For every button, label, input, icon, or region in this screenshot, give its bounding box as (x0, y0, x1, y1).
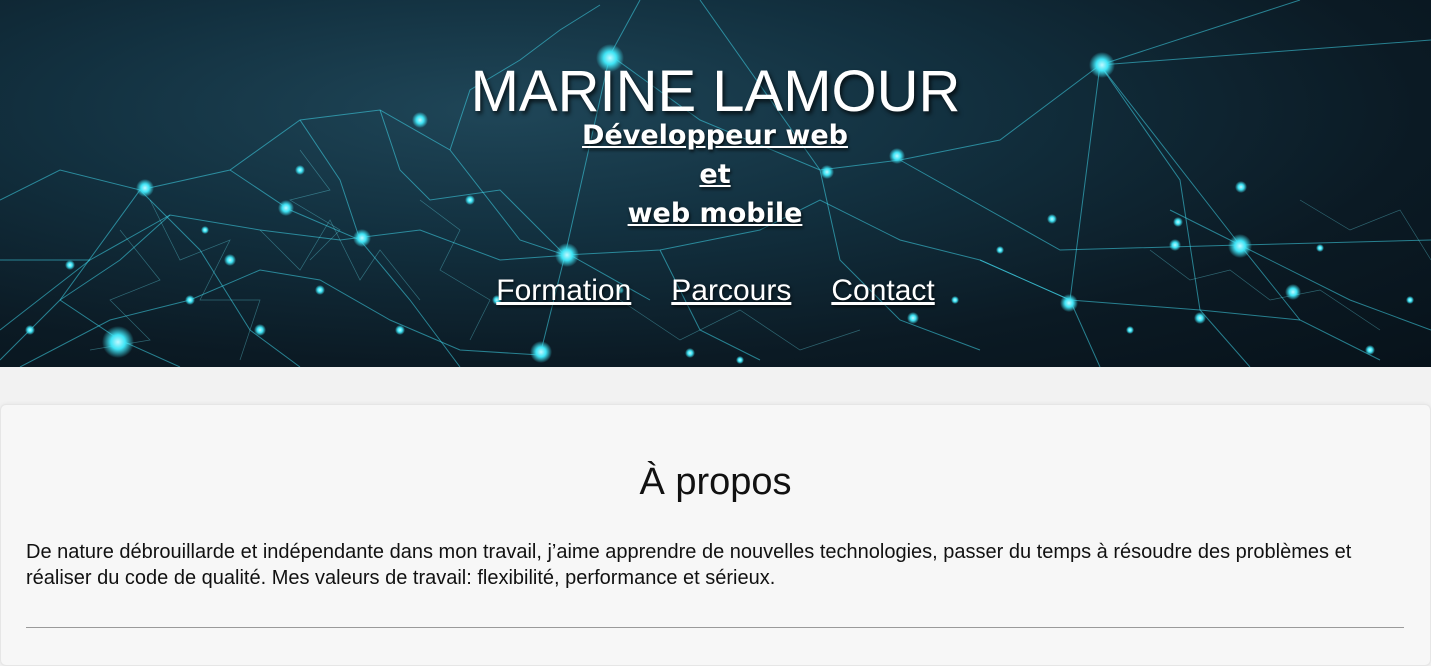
about-text: De nature débrouillarde et indépendante … (26, 541, 1352, 589)
subtitle-line-2: web mobile (627, 198, 803, 229)
about-section: À propos De nature débrouillarde et indé… (0, 404, 1431, 666)
hero-subtitle: Développeur web et web mobile (565, 116, 865, 233)
main-nav: Formation Parcours Contact (0, 274, 1431, 308)
about-heading: À propos (639, 461, 792, 503)
nav-link-parcours[interactable]: Parcours (671, 274, 791, 308)
section-divider (26, 627, 1404, 628)
subtitle-line-1: Développeur web et (582, 120, 848, 190)
hero-banner: MARINE LAMOUR Développeur web et web mob… (0, 0, 1431, 367)
site-title: MARINE LAMOUR (470, 59, 961, 124)
nav-link-contact[interactable]: Contact (831, 274, 934, 308)
nav-link-formation[interactable]: Formation (496, 274, 631, 308)
